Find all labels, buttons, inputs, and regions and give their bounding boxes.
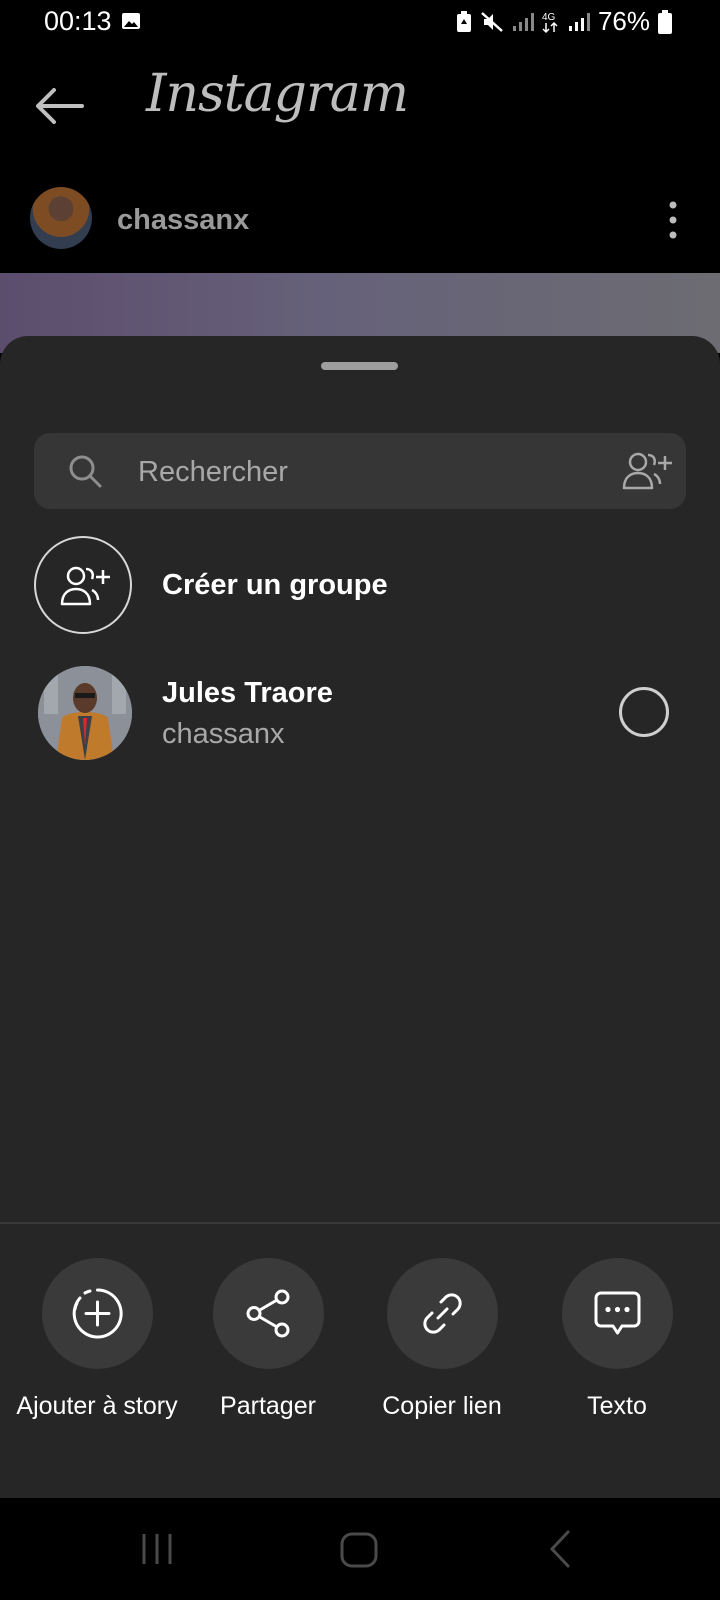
contact-photo	[38, 666, 132, 760]
search-bar[interactable]	[34, 433, 686, 511]
share-button[interactable]	[213, 1258, 324, 1369]
mute-icon	[481, 11, 503, 32]
post-avatar[interactable]	[30, 187, 92, 249]
message-icon	[594, 1291, 641, 1335]
sms-label: Texto	[587, 1392, 647, 1420]
create-group-icon	[60, 566, 110, 606]
copy-link-button[interactable]	[387, 1258, 498, 1369]
contact-username: chassanx	[162, 718, 285, 750]
svg-text:4G: 4G	[542, 12, 556, 23]
drag-handle[interactable]	[321, 362, 398, 370]
back-arrow-icon[interactable]	[34, 86, 84, 126]
divider	[0, 1222, 720, 1224]
more-options-icon[interactable]	[668, 200, 678, 240]
add-to-story-icon	[72, 1288, 123, 1339]
home-icon[interactable]	[340, 1532, 378, 1568]
share-icon	[246, 1289, 290, 1338]
share-sheet: Créer un groupe Jules Traore chassanx	[0, 336, 720, 1498]
gallery-notification-icon	[122, 13, 140, 29]
contact-name: Jules Traore	[162, 677, 333, 709]
app-header: Instagram	[0, 46, 720, 166]
add-people-icon[interactable]	[621, 451, 673, 491]
link-icon	[423, 1293, 462, 1334]
signal-icon	[512, 12, 534, 31]
recent-apps-icon[interactable]	[140, 1532, 174, 1566]
add-to-story-button[interactable]	[42, 1258, 153, 1369]
nav-back-icon[interactable]	[548, 1530, 572, 1568]
status-icons: 4G 76%	[456, 6, 672, 37]
add-to-story-label: Ajouter à story	[16, 1392, 178, 1420]
signal-icon-2	[568, 12, 590, 31]
copy-link-label: Copier lien	[382, 1392, 502, 1420]
instagram-logo: Instagram	[146, 64, 409, 124]
create-group-label[interactable]: Créer un groupe	[162, 569, 388, 602]
contact-avatar	[38, 666, 132, 760]
battery-icon	[658, 9, 672, 34]
navigation-bar	[0, 1498, 720, 1600]
battery-saver-icon	[456, 10, 471, 32]
search-icon	[69, 455, 102, 488]
post-header: chassanx	[0, 168, 720, 273]
status-bar: 00:13 4G 76%	[0, 0, 720, 46]
battery-percent: 76%	[597, 6, 650, 36]
contact-row[interactable]: Jules Traore chassanx	[0, 666, 720, 766]
create-group-row[interactable]: Créer un groupe	[0, 536, 720, 640]
share-actions: Ajouter à story Partager Copier lien Tex…	[0, 1258, 720, 1478]
sms-button[interactable]	[562, 1258, 673, 1369]
4g-data-icon: 4G	[542, 12, 558, 33]
share-label: Partager	[220, 1392, 316, 1420]
contact-select-radio[interactable]	[619, 687, 669, 737]
search-input[interactable]	[136, 433, 620, 511]
post-username[interactable]: chassanx	[117, 204, 249, 237]
status-time: 00:13	[44, 6, 112, 36]
create-group-button[interactable]	[34, 536, 132, 634]
